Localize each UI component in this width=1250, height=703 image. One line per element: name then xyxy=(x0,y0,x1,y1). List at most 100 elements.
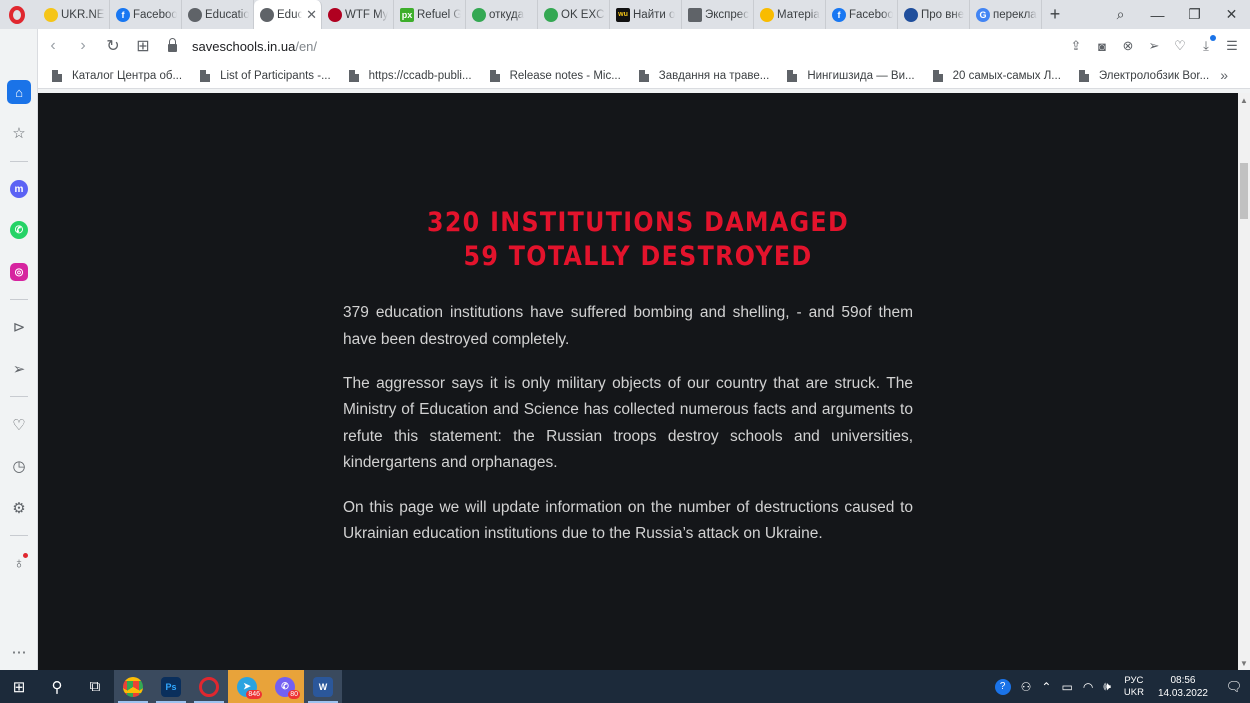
heart-icon[interactable]: ♡ xyxy=(1168,34,1192,58)
bookmark[interactable]: Завдання на траве... xyxy=(638,69,770,82)
scroll-down-icon[interactable]: ▼ xyxy=(1240,659,1248,668)
tab-grid-icon[interactable]: ⊞ xyxy=(128,31,158,61)
share-icon[interactable]: ⇪ xyxy=(1064,34,1088,58)
tab-title: Facebook xyxy=(849,8,893,21)
chrome-icon xyxy=(123,676,143,697)
messenger-icon[interactable]: m xyxy=(7,177,31,201)
help-icon[interactable]: ? xyxy=(994,678,1011,695)
bookmark[interactable]: Каталог Центра об... xyxy=(52,69,182,82)
battery-icon[interactable]: ▭ xyxy=(1061,680,1072,694)
notifications-icon[interactable]: 🗨 xyxy=(1218,670,1250,703)
bookmark-label: Электролобзик Bor... xyxy=(1098,69,1210,82)
tab[interactable]: Про вне xyxy=(898,0,970,29)
block-ads-icon[interactable]: ⊗ xyxy=(1116,34,1140,58)
windows-start-icon[interactable]: ⊞ xyxy=(0,670,38,703)
bookmark[interactable]: List of Participants -... xyxy=(200,69,331,82)
back-button[interactable]: ‹ xyxy=(38,31,68,61)
tab-title: Про вне xyxy=(921,8,965,21)
telegram-badge: 846 xyxy=(246,690,262,699)
close-window-button[interactable]: ✕ xyxy=(1213,0,1250,29)
bookmark[interactable]: https://ccadb-publi... xyxy=(348,69,472,82)
clock-date: 14.03.2022 xyxy=(1157,687,1208,699)
star-icon[interactable]: ☆ xyxy=(7,121,31,145)
favicon-icon xyxy=(44,7,58,22)
viber-badge: 80 xyxy=(288,690,300,699)
home-icon[interactable]: ⌂ xyxy=(7,80,31,104)
sidebar-divider xyxy=(10,161,28,162)
clock[interactable]: 08:56 14.03.2022 xyxy=(1158,674,1208,700)
scroll-up-icon[interactable]: ▲ xyxy=(1240,96,1248,105)
tab[interactable]: Экспрес xyxy=(682,0,754,29)
player-icon[interactable]: ⊳ xyxy=(7,315,31,339)
tab-title: Матеріа xyxy=(777,8,820,21)
tab-title: Экспрес xyxy=(705,8,749,21)
more-bookmarks-icon[interactable]: » xyxy=(1220,67,1228,83)
opera-menu-icon[interactable] xyxy=(6,4,28,26)
taskbar-viber[interactable]: ✆ 80 xyxy=(266,670,304,703)
whatsapp-icon[interactable]: ✆ xyxy=(7,218,31,242)
show-hidden-icons-icon[interactable]: ⌃ xyxy=(1041,680,1051,694)
history-icon[interactable]: ◷ xyxy=(7,454,31,478)
bookmark[interactable]: 20 самых-самых Л... xyxy=(932,69,1061,82)
tab[interactable]: UKR.NET xyxy=(38,0,110,29)
search-icon[interactable]: ⚲ xyxy=(38,670,76,703)
task-view-icon[interactable]: ⧉ xyxy=(76,670,114,703)
tab[interactable]: px Refuel G xyxy=(394,0,466,29)
bookmark[interactable]: Release notes - Mic... xyxy=(489,69,621,82)
scroll-thumb[interactable] xyxy=(1240,163,1248,219)
tab[interactable]: Gперекла xyxy=(970,0,1042,29)
tab-active[interactable]: Educ ✕ xyxy=(254,0,322,29)
taskbar-chrome[interactable] xyxy=(114,670,152,703)
easy-setup-icon[interactable]: ☰ xyxy=(1220,34,1244,58)
download-icon[interactable]: ⤓ xyxy=(1194,34,1218,58)
tab[interactable]: Матеріа xyxy=(754,0,826,29)
more-icon[interactable]: ⋯ xyxy=(7,640,31,664)
settings-icon[interactable]: ⚙ xyxy=(7,496,31,520)
tab[interactable]: OK EXCH xyxy=(538,0,610,29)
search-tabs-icon[interactable]: ⌕ xyxy=(1102,0,1139,29)
page-icon xyxy=(52,69,62,82)
paragraph-updates: On this page we will update information … xyxy=(343,498,913,543)
minimize-button[interactable]: — xyxy=(1139,0,1176,29)
google-icon: G xyxy=(976,7,990,22)
heart-icon[interactable]: ♡ xyxy=(7,413,31,437)
tab-title: OK EXCH xyxy=(561,8,605,21)
tab[interactable]: откуда xyxy=(466,0,538,29)
tab[interactable]: fFacebook xyxy=(826,0,898,29)
new-tab-button[interactable]: + xyxy=(1042,0,1068,29)
input-language[interactable]: РУС UKR xyxy=(1124,675,1144,699)
taskbar-opera[interactable] xyxy=(190,670,228,703)
instagram-icon[interactable]: ◎ xyxy=(7,260,31,284)
taskbar-photoshop[interactable]: Ps xyxy=(152,670,190,703)
tab-title: Refuel G xyxy=(417,8,461,21)
send-icon[interactable]: ➢ xyxy=(1142,34,1166,58)
people-icon[interactable]: ⚇ xyxy=(1021,680,1032,694)
favicon-icon: wu xyxy=(616,7,630,22)
send-icon[interactable]: ➢ xyxy=(7,357,31,381)
address-bar[interactable]: saveschools.in.ua/en/ xyxy=(168,38,317,54)
bookmark-label: Завдання на траве... xyxy=(658,69,770,82)
page-scrollbar[interactable]: ▲ ▼ xyxy=(1238,93,1250,670)
camera-icon[interactable]: ◙ xyxy=(1090,34,1114,58)
tab[interactable]: wu Найти о xyxy=(610,0,682,29)
bookmark[interactable]: Нингишзида — Ви... xyxy=(787,69,915,82)
tab[interactable]: fFacebook xyxy=(110,0,182,29)
close-tab-icon[interactable]: ✕ xyxy=(306,7,317,23)
taskbar-telegram[interactable]: ➤ 846 xyxy=(228,670,266,703)
bookmark[interactable]: Электролобзик Bor... xyxy=(1078,69,1210,82)
page-content: 320 INSTITUTIONS DAMAGED 59 TOTALLY DEST… xyxy=(38,93,1238,670)
reload-button[interactable]: ↻ xyxy=(98,31,128,61)
tab[interactable]: Education xyxy=(182,0,254,29)
facebook-icon: f xyxy=(832,7,846,22)
lightbulb-icon[interactable]: ♁ xyxy=(7,551,31,575)
bookmarks-bar: Каталог Центра об... List of Participant… xyxy=(38,63,1250,89)
maximize-button[interactable]: ❐ xyxy=(1176,0,1213,29)
tab[interactable]: WTF My xyxy=(322,0,394,29)
forward-button[interactable]: › xyxy=(68,31,98,61)
volume-icon[interactable]: 🕪 xyxy=(1103,679,1111,694)
globe-icon xyxy=(260,7,274,22)
wifi-icon[interactable]: ◠ xyxy=(1083,680,1093,694)
paragraph-intro: 379 education institutions have suffered… xyxy=(343,304,913,348)
sidebar-divider xyxy=(10,299,28,300)
taskbar-word[interactable]: W xyxy=(304,670,342,703)
